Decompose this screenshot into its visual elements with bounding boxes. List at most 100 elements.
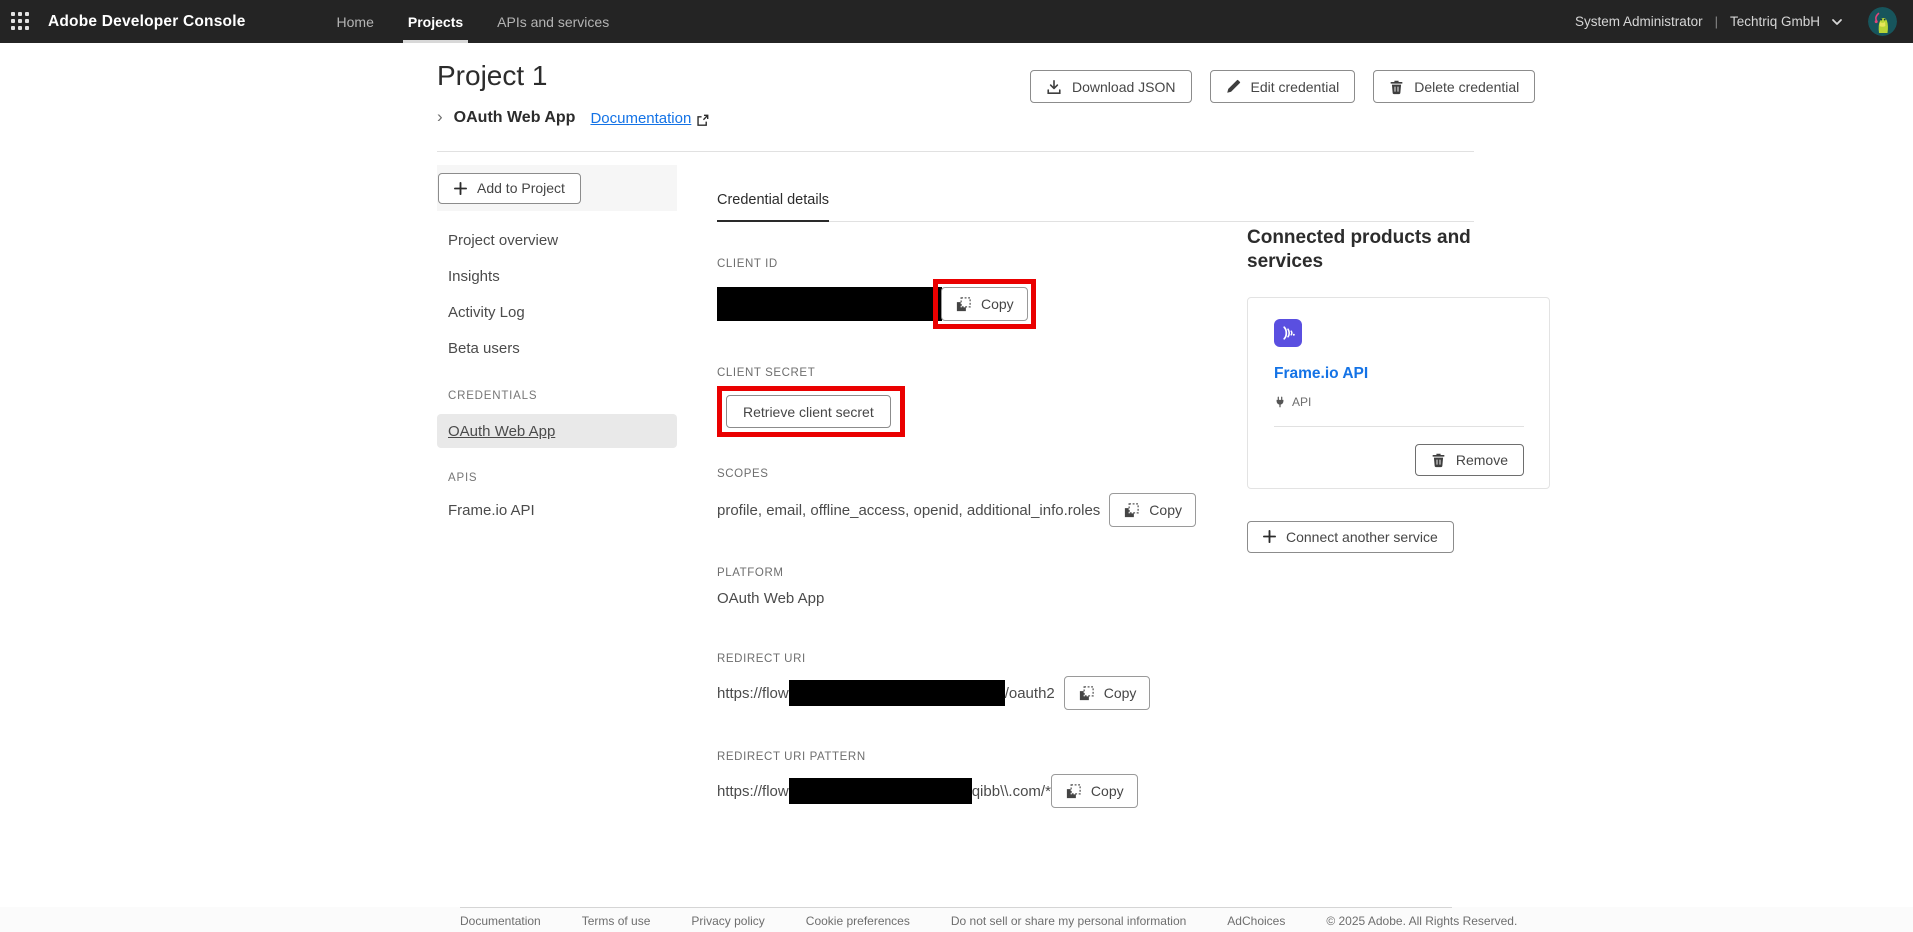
external-link-icon: [696, 114, 709, 127]
footer-inner: Documentation Terms of use Privacy polic…: [460, 907, 1452, 928]
add-to-project-label: Add to Project: [477, 180, 565, 196]
copy-label: Copy: [1149, 502, 1182, 518]
adobe-developer-console-page: Adobe Developer Console Home Projects AP…: [0, 0, 1913, 932]
connected-products-panel: Connected products and services Frame.io…: [1247, 226, 1550, 553]
redirect-uri-pattern-row: https://flow qibb\\.com/* Copy: [717, 774, 1474, 808]
project-sidebar: Add to Project Project overview Insights…: [437, 165, 677, 528]
chevron-down-icon[interactable]: [1830, 15, 1844, 29]
connect-another-service-label: Connect another service: [1286, 529, 1438, 545]
download-icon: [1046, 79, 1062, 95]
client-id-value-redacted: [717, 287, 942, 321]
topbar-user-area: System Administrator | Techtriq GmbH: [1575, 7, 1913, 36]
download-json-label: Download JSON: [1072, 79, 1176, 95]
sidebar-item-beta-users[interactable]: Beta users: [437, 330, 677, 366]
card-divider: [1274, 426, 1524, 427]
user-avatar[interactable]: [1868, 7, 1897, 36]
top-navigation: Home Projects APIs and services: [320, 0, 627, 43]
sidebar-section-apis: APIS: [437, 464, 677, 492]
api-icon: [1274, 396, 1286, 408]
redirect-uri-redacted: [789, 680, 1005, 706]
trash-icon: [1431, 452, 1446, 468]
footer-link-privacy-policy[interactable]: Privacy policy: [691, 914, 764, 928]
copy-label: Copy: [981, 296, 1014, 312]
edit-credential-button[interactable]: Edit credential: [1210, 70, 1356, 103]
trash-icon: [1389, 79, 1404, 95]
copy-icon: [1123, 502, 1140, 519]
sidebar-item-label: Beta users: [448, 340, 520, 357]
plus-icon: [454, 182, 467, 195]
remove-label: Remove: [1456, 452, 1508, 468]
app-title: Adobe Developer Console: [48, 13, 246, 31]
redirect-uri-pattern-label: REDIRECT URI PATTERN: [717, 751, 1474, 763]
platform-value: OAuth Web App: [717, 590, 1474, 607]
copy-client-id-button[interactable]: Copy: [941, 287, 1028, 321]
service-type-row: API: [1274, 395, 1524, 409]
copy-redirect-uri-button[interactable]: Copy: [1064, 676, 1151, 710]
topbar: Adobe Developer Console Home Projects AP…: [0, 0, 1913, 43]
redirect-uri-row: https://flow /oauth2 Copy: [717, 676, 1474, 710]
sidebar-top-strip: Add to Project: [437, 165, 677, 211]
redirect-uri-suffix: /oauth2: [1005, 685, 1055, 702]
app-grid-icon[interactable]: [0, 0, 40, 43]
footer-link-cookie-preferences[interactable]: Cookie preferences: [806, 914, 910, 928]
page-title: Project 1: [437, 60, 548, 92]
sidebar-item-label: OAuth Web App: [448, 423, 555, 440]
frameio-logo-icon: [1274, 319, 1302, 347]
delete-credential-button[interactable]: Delete credential: [1373, 70, 1535, 103]
redirect-uri-label: REDIRECT URI: [717, 653, 1474, 665]
retrieve-client-secret-button[interactable]: Retrieve client secret: [726, 395, 891, 428]
annotation-highlight-retrieve-secret: Retrieve client secret: [717, 386, 905, 437]
platform-label: PLATFORM: [717, 567, 1474, 579]
footer-link-documentation[interactable]: Documentation: [460, 914, 541, 928]
scopes-value: profile, email, offline_access, openid, …: [717, 502, 1100, 519]
card-footer: Remove: [1274, 444, 1524, 476]
connect-another-service-button[interactable]: Connect another service: [1247, 521, 1454, 553]
tab-bar: Credential details: [717, 185, 1474, 222]
nav-item-apis-and-services[interactable]: APIs and services: [480, 0, 626, 43]
redirect-uri-prefix: https://flow: [717, 685, 789, 702]
copy-redirect-pattern-button[interactable]: Copy: [1051, 774, 1138, 808]
plus-icon: [1263, 530, 1276, 543]
annotation-highlight-client-id-copy: Copy: [933, 279, 1036, 329]
copy-label: Copy: [1104, 685, 1137, 701]
breadcrumb-credential-name: OAuth Web App: [454, 109, 576, 127]
breadcrumb: › OAuth Web App Documentation: [437, 108, 709, 128]
edit-credential-label: Edit credential: [1251, 79, 1340, 95]
user-org-separator: |: [1715, 14, 1718, 29]
breadcrumb-chevron-icon[interactable]: ›: [437, 107, 443, 127]
copy-scopes-button[interactable]: Copy: [1109, 493, 1196, 527]
header-divider: [437, 151, 1474, 152]
sidebar-section-credentials: CREDENTIALS: [437, 382, 677, 410]
footer-link-terms-of-use[interactable]: Terms of use: [582, 914, 651, 928]
sidebar-item-oauth-web-app[interactable]: OAuth Web App: [437, 414, 677, 448]
remove-service-button[interactable]: Remove: [1415, 444, 1524, 476]
copy-icon: [1065, 783, 1082, 800]
user-name: System Administrator: [1575, 14, 1703, 29]
redirect-pattern-redacted: [789, 778, 972, 804]
footer-link-adchoices[interactable]: AdChoices: [1227, 914, 1285, 928]
sidebar-item-insights[interactable]: Insights: [437, 258, 677, 294]
footer-copyright: © 2025 Adobe. All Rights Reserved.: [1326, 914, 1517, 928]
copy-icon: [1078, 685, 1095, 702]
org-name[interactable]: Techtriq GmbH: [1730, 14, 1820, 29]
nav-item-home[interactable]: Home: [320, 0, 391, 43]
frameio-api-link[interactable]: Frame.io API: [1274, 365, 1524, 383]
sidebar-item-project-overview[interactable]: Project overview: [437, 222, 677, 258]
grid-icon-glyph: [11, 12, 30, 31]
download-json-button[interactable]: Download JSON: [1030, 70, 1192, 103]
redirect-pattern-prefix: https://flow: [717, 783, 789, 800]
delete-credential-label: Delete credential: [1414, 79, 1519, 95]
sidebar-item-label: Activity Log: [448, 304, 525, 321]
sidebar-item-activity-log[interactable]: Activity Log: [437, 294, 677, 330]
tab-credential-details[interactable]: Credential details: [717, 192, 829, 222]
copy-label: Copy: [1091, 783, 1124, 799]
add-to-project-button[interactable]: Add to Project: [438, 173, 581, 204]
sidebar-item-frameio-api[interactable]: Frame.io API: [437, 492, 677, 528]
copy-icon: [955, 296, 972, 313]
documentation-link[interactable]: Documentation: [590, 110, 691, 127]
sidebar-item-label: Project overview: [448, 232, 558, 249]
frameio-service-card: Frame.io API API Remove: [1247, 297, 1550, 489]
page-footer: Documentation Terms of use Privacy polic…: [0, 907, 1913, 932]
nav-item-projects[interactable]: Projects: [391, 0, 480, 43]
footer-link-do-not-sell[interactable]: Do not sell or share my personal informa…: [951, 914, 1186, 928]
